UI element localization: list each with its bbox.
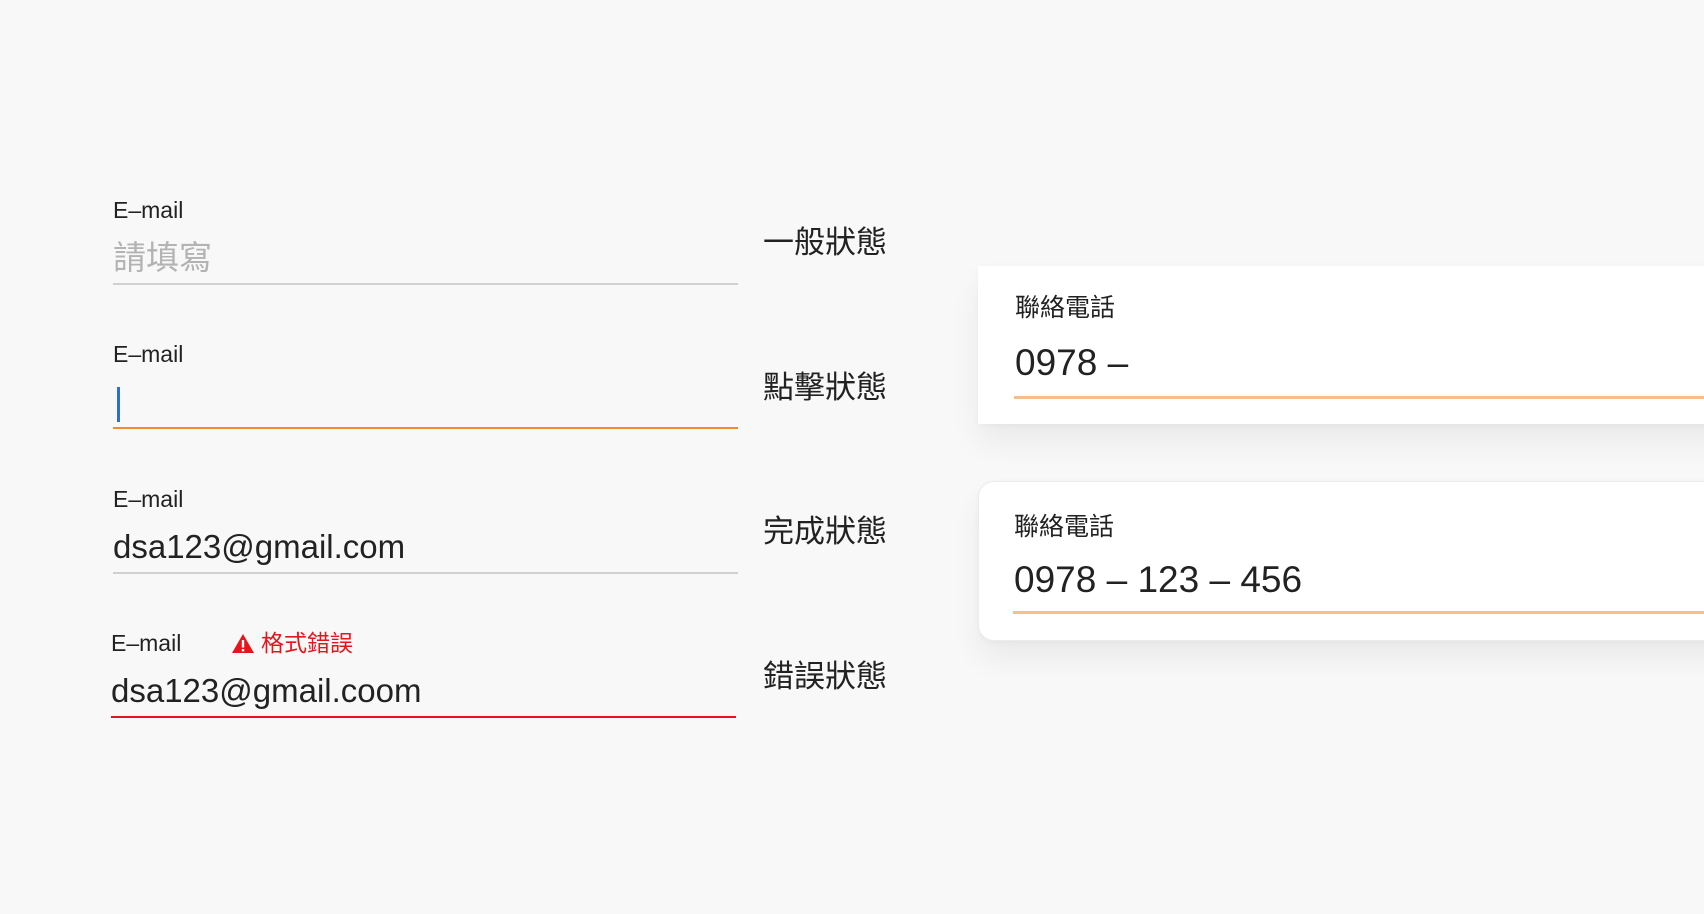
email-underline [113,283,738,285]
email-field-focused[interactable]: E–mail [113,340,738,432]
text-cursor [117,387,120,422]
phone-underline [1013,611,1704,614]
state-label-focused: 點擊狀態 [763,370,887,405]
email-value[interactable]: dsa123@gmail.com [113,527,405,567]
email-label: E–mail [113,197,184,223]
error-message: 格式錯誤 [231,629,353,657]
state-label-error: 錯誤狀態 [763,659,887,694]
phone-card-typing[interactable]: 聯絡電話 0978 – [978,266,1704,424]
state-label-default: 一般狀態 [763,225,887,260]
email-underline-focus [113,427,738,429]
email-underline-error [111,716,736,718]
phone-label: 聯絡電話 [1014,513,1115,541]
email-underline [113,572,738,574]
email-placeholder[interactable]: 請填寫 [113,238,212,278]
email-label: E–mail [113,486,184,512]
phone-underline [1014,396,1704,399]
state-label-completed: 完成狀態 [763,514,887,549]
email-field-default[interactable]: E–mail 請填寫 [113,196,738,288]
email-label: E–mail [113,341,184,367]
error-text: 格式錯誤 [261,630,353,656]
email-field-error[interactable]: E–mail 格式錯誤 dsa123@gmail.coom [111,629,736,721]
email-value[interactable]: dsa123@gmail.coom [111,671,422,711]
phone-card-completed[interactable]: 聯絡電話 0978 – 123 – 456 [978,481,1704,641]
phone-value[interactable]: 0978 – [1015,341,1128,385]
warning-triangle-icon [232,633,254,653]
email-field-completed[interactable]: E–mail dsa123@gmail.com [113,485,738,577]
email-label: E–mail [111,630,182,656]
phone-label: 聯絡電話 [1015,294,1116,322]
phone-value[interactable]: 0978 – 123 – 456 [1014,558,1302,602]
